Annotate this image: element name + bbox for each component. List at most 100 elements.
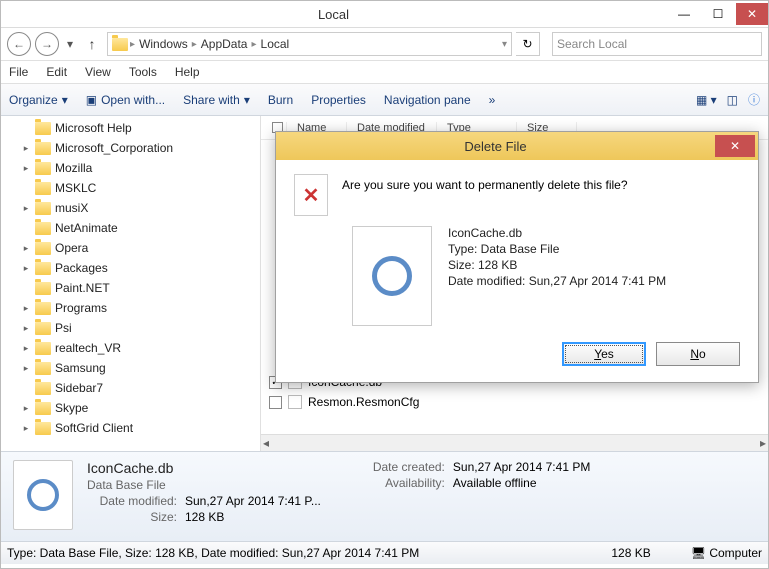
menu-file[interactable]: File xyxy=(9,65,28,79)
menu-tools[interactable]: Tools xyxy=(129,65,157,79)
delete-x-icon: ✕ xyxy=(294,174,328,216)
navigation-bar: ← → ▾ ↑ ▸ Windows ▸ AppData ▸ Local ▾ ↻ … xyxy=(1,28,768,61)
organize-button[interactable]: Organize ▾ xyxy=(9,93,68,107)
breadcrumb-seg[interactable]: AppData xyxy=(199,37,250,51)
preview-pane-icon[interactable]: ◫ xyxy=(727,93,738,107)
search-input[interactable]: Search Local xyxy=(552,32,762,56)
expand-icon[interactable]: ▸ xyxy=(21,343,31,354)
tree-item[interactable]: ▸realtech_VR xyxy=(1,338,260,358)
expand-icon[interactable]: ▸ xyxy=(21,163,31,174)
tree-item[interactable]: ▸Psi xyxy=(1,318,260,338)
yes-button[interactable]: Yes xyxy=(562,342,646,366)
tree-item[interactable]: Paint.NET xyxy=(1,278,260,298)
dialog-close-button[interactable]: ✕ xyxy=(715,135,755,157)
dialog-titlebar[interactable]: Delete File ✕ xyxy=(276,132,758,160)
back-button[interactable]: ← xyxy=(7,32,31,56)
menu-edit[interactable]: Edit xyxy=(46,65,67,79)
dialog-file-icon xyxy=(352,226,432,326)
expand-icon[interactable]: ▸ xyxy=(21,143,31,154)
breadcrumb-seg[interactable]: Local xyxy=(259,37,292,51)
expand-icon[interactable]: ▸ xyxy=(21,363,31,374)
folder-icon xyxy=(35,382,51,395)
up-button[interactable]: ↑ xyxy=(81,33,103,55)
menu-help[interactable]: Help xyxy=(175,65,200,79)
help-icon[interactable]: ⓘ xyxy=(748,91,760,108)
expand-icon[interactable]: ▸ xyxy=(21,243,31,254)
maximize-button[interactable]: ☐ xyxy=(702,3,734,25)
folder-icon xyxy=(35,242,51,255)
file-row[interactable]: Resmon.ResmonCfg xyxy=(269,392,760,412)
status-size: 128 KB xyxy=(611,546,650,560)
dialog-file-date: Date modified: Sun,27 Apr 2014 7:41 PM xyxy=(448,274,666,288)
file-icon xyxy=(288,395,302,409)
burn-button[interactable]: Burn xyxy=(268,93,293,107)
folder-icon xyxy=(112,38,128,51)
view-options-icon[interactable]: ▦ ▾ xyxy=(696,93,717,107)
tree-item-label: Microsoft Help xyxy=(55,121,132,135)
tree-item-label: Sidebar7 xyxy=(55,381,103,395)
file-name: Resmon.ResmonCfg xyxy=(308,395,419,409)
dialog-file-size: Size: 128 KB xyxy=(448,258,666,272)
tree-item[interactable]: NetAnimate xyxy=(1,218,260,238)
expand-icon[interactable]: ▸ xyxy=(21,423,31,434)
tree-item[interactable]: ▸Packages xyxy=(1,258,260,278)
tree-item[interactable]: ▸Skype xyxy=(1,398,260,418)
details-size: 128 KB xyxy=(185,510,224,524)
menu-view[interactable]: View xyxy=(85,65,111,79)
minimize-button[interactable]: — xyxy=(668,3,700,25)
folder-icon xyxy=(35,202,51,215)
menu-bar: File Edit View Tools Help xyxy=(1,61,768,84)
tree-item[interactable]: ▸Samsung xyxy=(1,358,260,378)
properties-button[interactable]: Properties xyxy=(311,93,366,107)
folder-tree[interactable]: Microsoft Help ▸ Microsoft_Corporation ▸Moz… xyxy=(1,116,261,451)
forward-button[interactable]: → xyxy=(35,32,59,56)
expand-icon[interactable]: ▸ xyxy=(21,403,31,414)
tree-item[interactable]: ▸ Microsoft_Corporation xyxy=(1,138,260,158)
command-bar: Organize ▾ ▣ Open with... Share with ▾ B… xyxy=(1,84,768,116)
dialog-file-type: Type: Data Base File xyxy=(448,242,666,256)
folder-icon xyxy=(35,402,51,415)
tree-item-label: Programs xyxy=(55,301,107,315)
folder-icon xyxy=(35,362,51,375)
tree-item[interactable]: Microsoft Help xyxy=(1,118,260,138)
expand-icon[interactable]: ▸ xyxy=(21,263,31,274)
horizontal-scrollbar[interactable]: ◂▸ xyxy=(261,434,768,451)
file-checkbox[interactable] xyxy=(269,396,282,409)
tree-item[interactable]: MSKLC xyxy=(1,178,260,198)
details-pane: IconCache.db Data Base File Date modifie… xyxy=(1,451,768,541)
folder-icon xyxy=(35,262,51,275)
folder-icon xyxy=(35,122,51,135)
tree-item[interactable]: ▸SoftGrid Client xyxy=(1,418,260,438)
overflow-button[interactable]: » xyxy=(489,93,496,107)
tree-item-label: Microsoft_Corporation xyxy=(55,141,173,155)
tree-item[interactable]: ▸ Programs xyxy=(1,298,260,318)
search-placeholder: Search Local xyxy=(557,37,627,51)
no-button[interactable]: No xyxy=(656,342,740,366)
expand-icon[interactable]: ▸ xyxy=(21,303,31,314)
address-bar[interactable]: ▸ Windows ▸ AppData ▸ Local ▾ xyxy=(107,32,512,56)
folder-icon xyxy=(35,302,51,315)
share-with-button[interactable]: Share with ▾ xyxy=(183,93,250,107)
expand-icon[interactable]: ▸ xyxy=(21,203,31,214)
navigation-pane-button[interactable]: Navigation pane xyxy=(384,93,471,107)
expand-icon[interactable]: ▸ xyxy=(21,323,31,334)
breadcrumb-seg[interactable]: Windows xyxy=(137,37,190,51)
window-titlebar: Local — ☐ ✕ xyxy=(1,1,768,28)
open-with-button[interactable]: ▣ Open with... xyxy=(86,93,165,107)
dialog-title: Delete File xyxy=(276,139,715,154)
tree-item[interactable]: ▸musiX xyxy=(1,198,260,218)
tree-item[interactable]: Sidebar7 xyxy=(1,378,260,398)
tree-item[interactable]: ▸Mozilla xyxy=(1,158,260,178)
details-filename: IconCache.db xyxy=(87,460,321,476)
dialog-filename: IconCache.db xyxy=(448,226,666,240)
close-button[interactable]: ✕ xyxy=(736,3,768,25)
refresh-button[interactable]: ↻ xyxy=(516,32,540,56)
tree-item[interactable]: ▸Opera xyxy=(1,238,260,258)
dialog-question: Are you sure you want to permanently del… xyxy=(342,174,628,192)
status-text: Type: Data Base File, Size: 128 KB, Date… xyxy=(7,546,571,560)
history-dropdown[interactable]: ▾ xyxy=(63,37,77,51)
tree-item-label: Paint.NET xyxy=(55,281,110,295)
tree-item-label: MSKLC xyxy=(55,181,96,195)
details-date-modified: Sun,27 Apr 2014 7:41 P... xyxy=(185,494,321,508)
folder-icon xyxy=(35,182,51,195)
